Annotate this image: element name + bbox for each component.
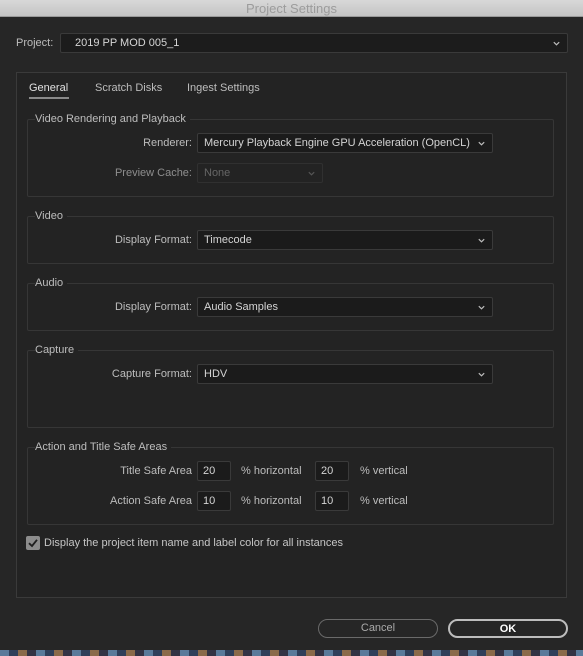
audio-display-format-value: Audio Samples — [204, 301, 278, 313]
background-dock-strip — [0, 650, 583, 656]
project-settings-window: Project Settings Project: 2019 PP MOD 00… — [0, 0, 583, 656]
capture-format-dropdown[interactable]: HDV — [197, 364, 493, 384]
capture-format-label: Capture Format: — [111, 368, 192, 380]
capture-title: Capture — [35, 344, 79, 356]
chevron-down-icon — [478, 141, 485, 146]
renderer-dropdown[interactable]: Mercury Playback Engine GPU Acceleration… — [197, 133, 493, 153]
audio-display-format-dropdown[interactable]: Audio Samples — [197, 297, 493, 317]
video-display-format-label: Display Format: — [114, 234, 192, 246]
video-rendering-title: Video Rendering and Playback — [35, 113, 190, 125]
cancel-button[interactable]: Cancel — [318, 619, 438, 638]
audio-title: Audio — [35, 277, 68, 289]
safe-areas-title: Action and Title Safe Areas — [35, 441, 172, 453]
safe-areas-group — [27, 447, 554, 525]
display-label-checkbox-label: Display the project item name and label … — [44, 537, 343, 549]
project-label: Project: — [16, 37, 54, 49]
chevron-down-icon — [478, 305, 485, 310]
action-safe-label: Action Safe Area — [110, 495, 192, 507]
capture-group — [27, 350, 554, 428]
preview-cache-label: Preview Cache: — [114, 167, 192, 179]
preview-cache-value: None — [204, 167, 231, 179]
video-display-format-dropdown[interactable]: Timecode — [197, 230, 493, 250]
title-safe-vertical-unit: % vertical — [360, 465, 408, 477]
display-label-checkbox[interactable] — [26, 536, 40, 550]
ok-button[interactable]: OK — [448, 619, 568, 638]
checkmark-icon — [28, 539, 38, 548]
renderer-label: Renderer: — [143, 137, 192, 149]
project-select-value: 2019 PP MOD 005_1 — [75, 37, 180, 49]
capture-format-value: HDV — [204, 368, 228, 380]
title-safe-horizontal-unit: % horizontal — [241, 465, 302, 477]
tab-general[interactable]: General — [29, 82, 68, 94]
audio-display-format-label: Display Format: — [114, 301, 192, 313]
title-safe-vertical-input[interactable]: 20 — [315, 461, 349, 481]
renderer-value: Mercury Playback Engine GPU Acceleration… — [204, 137, 470, 149]
tab-ingest-settings[interactable]: Ingest Settings — [187, 82, 260, 94]
chevron-down-icon — [478, 372, 485, 377]
video-display-format-value: Timecode — [204, 234, 252, 246]
video-title: Video — [35, 210, 67, 222]
chevron-down-icon — [478, 238, 485, 243]
action-safe-horizontal-unit: % horizontal — [241, 495, 302, 507]
project-select[interactable]: 2019 PP MOD 005_1 — [60, 33, 568, 53]
active-tab-indicator — [29, 97, 69, 99]
video-rendering-group — [27, 119, 554, 197]
action-safe-horizontal-input[interactable]: 10 — [197, 491, 231, 511]
title-safe-horizontal-input[interactable]: 20 — [197, 461, 231, 481]
chevron-down-icon — [553, 41, 560, 46]
preview-cache-dropdown: None — [197, 163, 323, 183]
title-safe-label: Title Safe Area — [120, 465, 192, 477]
window-title: Project Settings — [0, 0, 583, 17]
chevron-down-icon — [308, 171, 315, 176]
tab-scratch-disks[interactable]: Scratch Disks — [95, 82, 162, 94]
action-safe-vertical-input[interactable]: 10 — [315, 491, 349, 511]
action-safe-vertical-unit: % vertical — [360, 495, 408, 507]
